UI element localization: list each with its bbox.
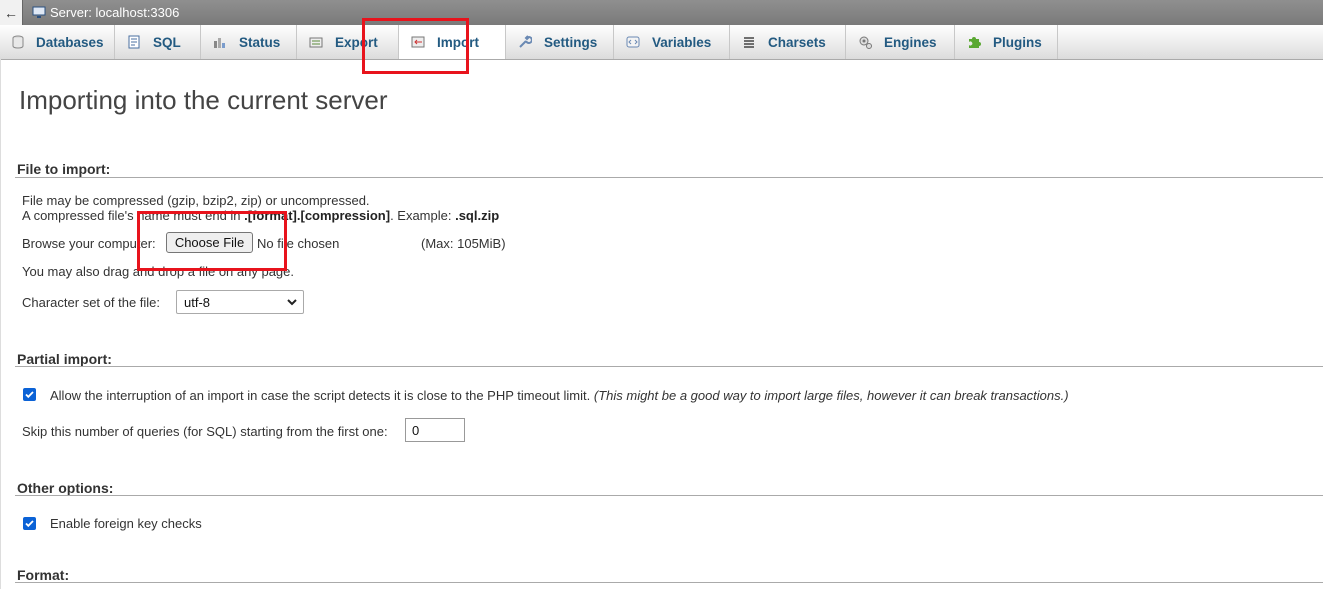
status-icon xyxy=(213,35,227,49)
charset-label: Character set of the file: xyxy=(22,295,161,310)
page-title: Importing into the current server xyxy=(19,85,388,115)
tab-label: Charsets xyxy=(768,34,826,50)
charsets-icon xyxy=(742,35,756,49)
format-legend: Format: xyxy=(17,567,70,583)
tab-settings[interactable]: Settings xyxy=(506,25,614,59)
tab-plugins[interactable]: Plugins xyxy=(955,25,1058,59)
annotation-box-import-tab xyxy=(362,18,469,74)
file-to-import-legend: File to import: xyxy=(17,161,111,177)
skip-queries-label: Skip this number of queries (for SQL) st… xyxy=(22,424,388,439)
max-size-label: (Max: 105MiB) xyxy=(421,236,506,251)
allow-interrupt-text: Allow the interruption of an import in c… xyxy=(50,388,591,403)
charset-select[interactable]: utf-8 xyxy=(176,290,304,314)
tab-sql[interactable]: SQL xyxy=(115,25,201,59)
tab-label: Engines xyxy=(884,34,937,50)
tab-label: Settings xyxy=(544,34,598,50)
puzzle-icon xyxy=(967,35,981,49)
variables-icon xyxy=(626,35,640,49)
compression-hint: File may be compressed (gzip, bzip2, zip… xyxy=(22,193,370,208)
tab-label: Variables xyxy=(652,34,712,50)
checkmark-icon xyxy=(25,520,34,528)
other-options-legend: Other options: xyxy=(17,480,114,496)
database-icon xyxy=(12,35,24,49)
tab-label: Databases xyxy=(36,34,104,50)
browse-label: Browse your computer: xyxy=(22,236,156,251)
allow-interrupt-note: (This might be a good way to import larg… xyxy=(593,388,1069,403)
skip-queries-input[interactable]: 0 xyxy=(405,418,465,442)
rule-example: .sql.zip xyxy=(455,208,500,223)
tab-label: SQL xyxy=(153,34,181,50)
allow-interrupt-checkbox[interactable] xyxy=(23,388,36,401)
checkmark-icon xyxy=(25,391,34,399)
allow-interrupt-label[interactable]: Allow the interruption of an import in c… xyxy=(50,388,1069,403)
divider xyxy=(15,495,1323,496)
divider xyxy=(15,366,1323,367)
engines-icon xyxy=(858,35,872,49)
back-arrow-button[interactable]: ← xyxy=(0,0,23,25)
tab-charsets[interactable]: Charsets xyxy=(730,25,846,59)
partial-import-legend: Partial import: xyxy=(17,351,112,367)
tab-engines[interactable]: Engines xyxy=(846,25,955,59)
rule-mid: . Example: xyxy=(390,208,456,223)
breadcrumb-server-link[interactable]: Server: localhost:3306 xyxy=(50,5,179,20)
charset-value: utf-8 xyxy=(184,294,211,310)
main-tab-bar: Databases SQL Status Export Import Setti… xyxy=(0,25,1323,60)
foreign-key-checkbox[interactable] xyxy=(23,517,36,530)
sql-icon xyxy=(127,35,141,49)
tab-variables[interactable]: Variables xyxy=(614,25,730,59)
divider xyxy=(15,582,1323,583)
export-icon xyxy=(309,35,323,49)
tab-status[interactable]: Status xyxy=(201,25,297,59)
tab-label: Plugins xyxy=(993,34,1042,50)
foreign-key-label[interactable]: Enable foreign key checks xyxy=(50,516,202,531)
tab-label: Status xyxy=(239,34,281,50)
main-content: Importing into the current server File t… xyxy=(0,59,1323,589)
breadcrumb-bar: ← Server: localhost:3306 xyxy=(0,0,1323,25)
wrench-icon xyxy=(518,35,532,49)
tab-databases[interactable]: Databases xyxy=(0,25,115,59)
server-icon xyxy=(32,6,46,19)
chevron-down-icon xyxy=(286,295,298,312)
annotation-box-choose-file xyxy=(137,211,287,271)
divider xyxy=(15,177,1323,178)
